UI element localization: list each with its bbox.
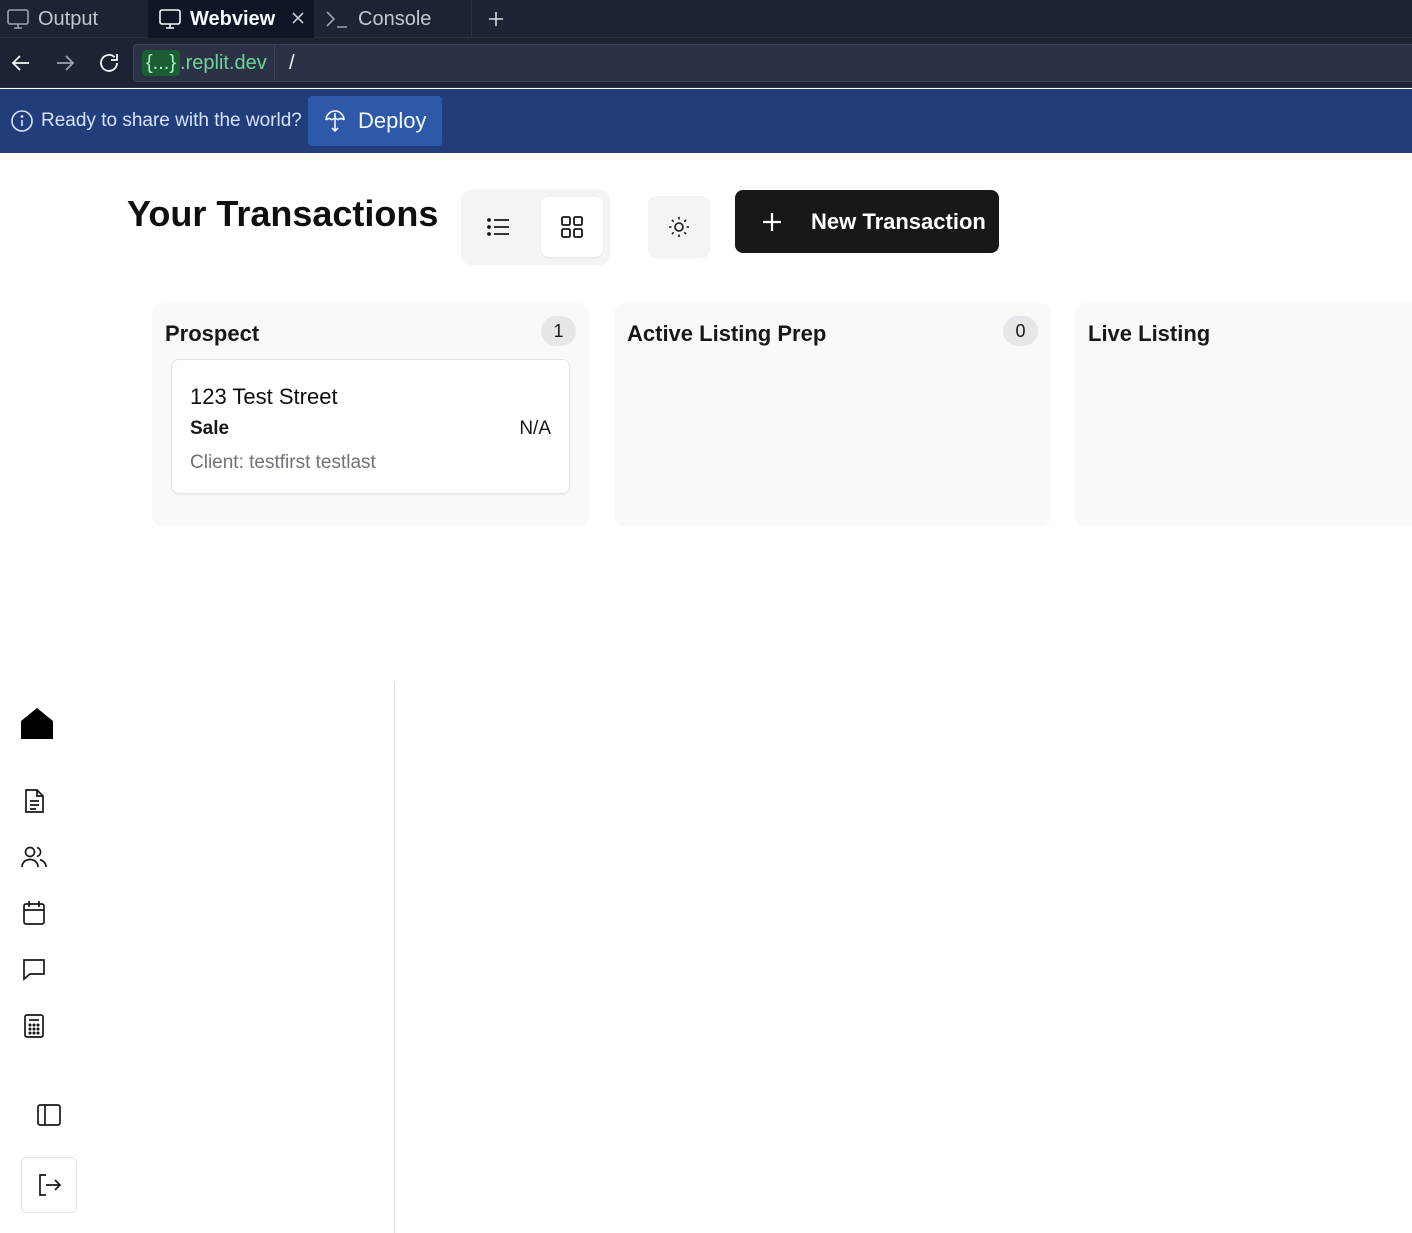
card-type: Sale [190,418,230,439]
column-live-listing: Live Listing [1075,303,1412,526]
tab-console-label: Console [358,7,432,30]
column-title: Live Listing [1088,321,1211,346]
tab-webview-label: Webview [190,7,276,30]
column-count-badge: 0 [1003,316,1038,346]
url-divider [274,45,275,81]
deploy-banner: Ready to share with the world? Deploy [0,89,1412,153]
document-icon [25,789,44,813]
logout-button[interactable] [21,1157,77,1213]
close-icon[interactable] [290,10,306,26]
theme-toggle-button[interactable] [648,196,710,258]
grid-view-button[interactable] [541,197,603,257]
column-count-badge: 1 [541,316,576,346]
terminal-icon [326,11,347,28]
address-bar: {...} .replit.dev / [0,38,1412,88]
calendar-icon [23,901,45,925]
plus-icon [489,12,503,26]
logout-icon [39,1174,62,1196]
tab-console[interactable]: Console [318,0,472,38]
ide-tab-bar: Output Webview Console [0,0,1412,38]
monitor-icon [159,9,181,29]
column-prospect: Prospect 1 123 Test Street Sale N/A Clie… [152,303,589,526]
plus-icon [763,212,781,231]
column-title: Active Listing Prep [627,321,827,346]
url-field[interactable]: {...} .replit.dev / [133,44,1412,82]
column-title: Prospect [165,321,260,346]
message-icon [23,959,45,981]
url-path[interactable]: / [289,52,295,75]
sidebar-item-messages[interactable] [20,955,48,983]
sidebar-item-contacts[interactable] [20,843,48,871]
reload-button[interactable] [96,50,122,76]
tab-output[interactable]: Output [6,0,146,38]
sidebar-item-documents[interactable] [20,787,48,815]
arrow-right-icon [57,55,75,71]
new-transaction-button[interactable]: New Transaction [735,190,999,253]
users-icon [21,846,47,868]
sun-icon [669,217,689,237]
back-button[interactable] [8,50,34,76]
sidebar-item-calendar[interactable] [20,899,48,927]
tab-webview[interactable]: Webview [148,0,314,38]
view-toggle [461,190,610,265]
arrow-left-icon [11,55,29,71]
deploy-label: Deploy [358,108,427,133]
url-host-domain: .replit.dev [180,51,267,74]
url-host-badge: {...} [142,50,181,76]
info-icon [11,110,33,132]
tab-output-label: Output [38,7,99,30]
card-client: Client: testfirst testlast [190,452,376,473]
card-price: N/A [519,418,551,439]
sidebar-toggle-icon[interactable] [36,1102,62,1128]
card-address: 123 Test Street [190,384,338,409]
list-view-button[interactable] [468,197,530,257]
url-host: {...} .replit.dev [142,50,267,76]
home-icon [21,708,53,739]
banner-text: Ready to share with the world? [41,110,302,131]
calculator-icon [24,1014,44,1038]
monitor-icon [7,9,29,29]
column-active-listing-prep: Active Listing Prep 0 [614,303,1051,526]
new-transaction-label: New Transaction [811,208,986,234]
add-tab-button[interactable] [486,0,506,38]
deploy-button[interactable]: Deploy [308,96,442,146]
list-icon [487,218,509,236]
reload-icon [100,54,118,72]
transaction-card[interactable]: 123 Test Street Sale N/A Client: testfir… [171,359,570,494]
page-title: Your Transactions [127,193,439,234]
sidebar [0,682,395,1233]
sidebar-item-home[interactable] [20,706,54,740]
grid-icon [561,216,583,238]
deploy-icon [325,110,345,133]
sidebar-item-calculator[interactable] [20,1012,48,1040]
forward-button[interactable] [52,50,78,76]
